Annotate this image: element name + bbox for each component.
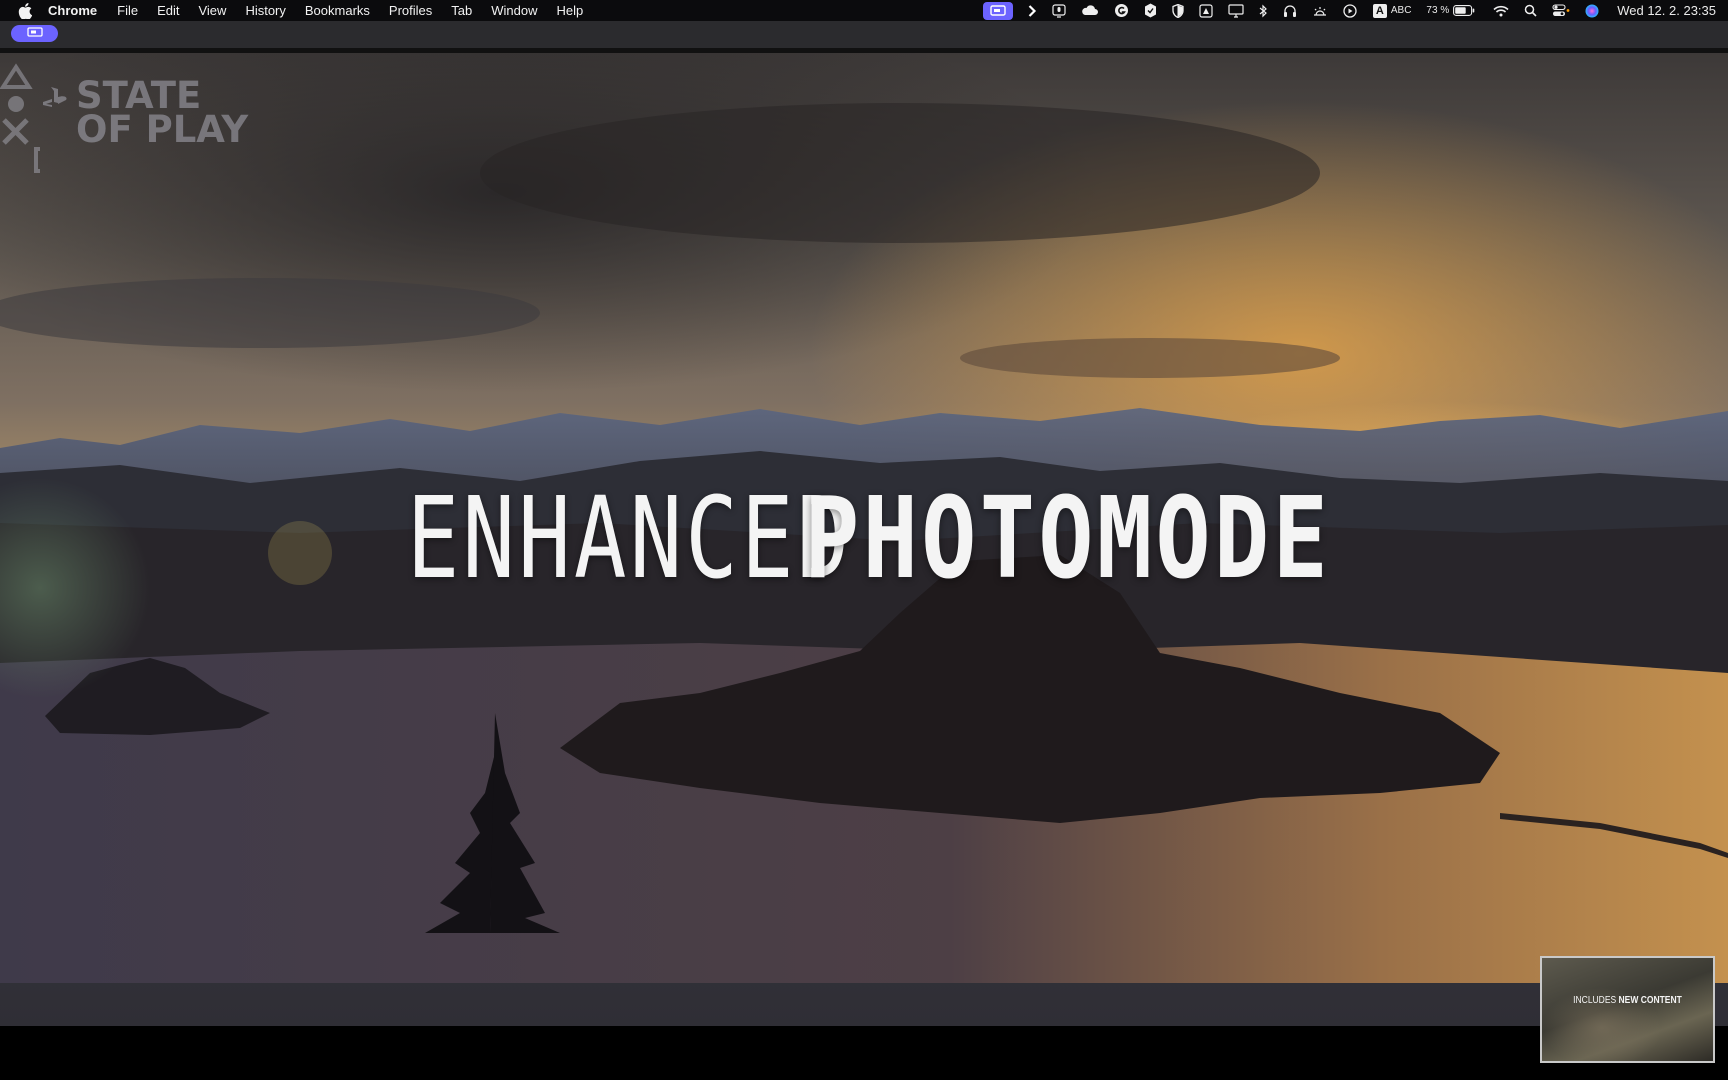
wifi-icon[interactable] <box>1493 2 1509 20</box>
battery-icon <box>1453 5 1475 16</box>
thumbnail-caption-bold: NEW CONTENT <box>1618 995 1682 1006</box>
thumbnail-caption: INCLUDES NEW CONTENT <box>1555 995 1700 1006</box>
video-thumbnail-preview[interactable]: INCLUDES NEW CONTENT <box>1540 956 1715 1063</box>
profile-button[interactable] <box>11 25 58 42</box>
menu-window[interactable]: Window <box>491 3 537 18</box>
playstation-logo-icon <box>42 85 70 114</box>
input-source-label: ABC <box>1390 5 1412 16</box>
video-bottom-bar <box>0 1026 1728 1080</box>
control-center-icon[interactable] <box>1552 2 1570 20</box>
shield-icon[interactable] <box>1172 2 1184 20</box>
input-source-icon[interactable]: A ABC <box>1372 2 1412 20</box>
video-headline: ENHANCED PHOTOMODE <box>0 483 1728 595</box>
apple-icon[interactable] <box>17 2 32 19</box>
state-of-play-logo: STATE OF PLAY <box>42 77 249 151</box>
battery-percent: 73 % <box>1426 5 1450 16</box>
brand-line-2: OF PLAY <box>76 108 249 151</box>
battery-status[interactable]: 73 % <box>1426 2 1475 20</box>
app-menu-chrome[interactable]: Chrome <box>48 3 97 18</box>
input-source-letter: A <box>1372 3 1387 18</box>
menu-view[interactable]: View <box>198 3 226 18</box>
playstation-shapes-icon <box>0 63 40 173</box>
siri-icon[interactable] <box>1585 2 1599 20</box>
grammarly-icon[interactable] <box>1114 2 1129 20</box>
play-circle-icon[interactable] <box>1343 2 1357 20</box>
profile-screen-icon <box>26 25 43 43</box>
search-icon[interactable] <box>1524 2 1537 20</box>
bluetooth-icon[interactable] <box>1259 2 1268 20</box>
menu-help[interactable]: Help <box>557 3 584 18</box>
thumbnail-caption-light: INCLUDES <box>1573 995 1617 1006</box>
video-player[interactable]: STATE OF PLAY ENHANCED PHOTOMODE <box>0 53 1728 1026</box>
menu-tab[interactable]: Tab <box>451 3 472 18</box>
headline-word-light: ENHANCED <box>406 474 853 604</box>
headline-word-bold: PHOTOMODE <box>804 474 1332 604</box>
chevron-right-icon[interactable] <box>1028 2 1037 20</box>
menubar-clock[interactable]: Wed 12. 2. 23:35 <box>1617 2 1716 20</box>
headphones-icon[interactable] <box>1283 2 1297 20</box>
menu-edit[interactable]: Edit <box>157 3 179 18</box>
screen-mirror-icon[interactable] <box>982 1 1013 20</box>
menu-history[interactable]: History <box>245 3 285 18</box>
drive-icon[interactable] <box>1199 2 1213 20</box>
menu-file[interactable]: File <box>117 3 138 18</box>
cloud-icon[interactable] <box>1081 2 1099 20</box>
shield-hex-icon[interactable] <box>1144 2 1157 20</box>
display-icon[interactable] <box>1228 2 1244 20</box>
menu-profiles[interactable]: Profiles <box>389 3 432 18</box>
brightness-icon[interactable] <box>1312 2 1328 20</box>
state-of-play-wordmark: STATE OF PLAY <box>76 77 249 151</box>
mic-icon[interactable] <box>1052 2 1066 20</box>
menu-bar: Chrome File Edit View History Bookmarks … <box>0 0 1728 21</box>
menu-bookmarks[interactable]: Bookmarks <box>305 3 370 18</box>
browser-tab-strip <box>0 21 1728 49</box>
